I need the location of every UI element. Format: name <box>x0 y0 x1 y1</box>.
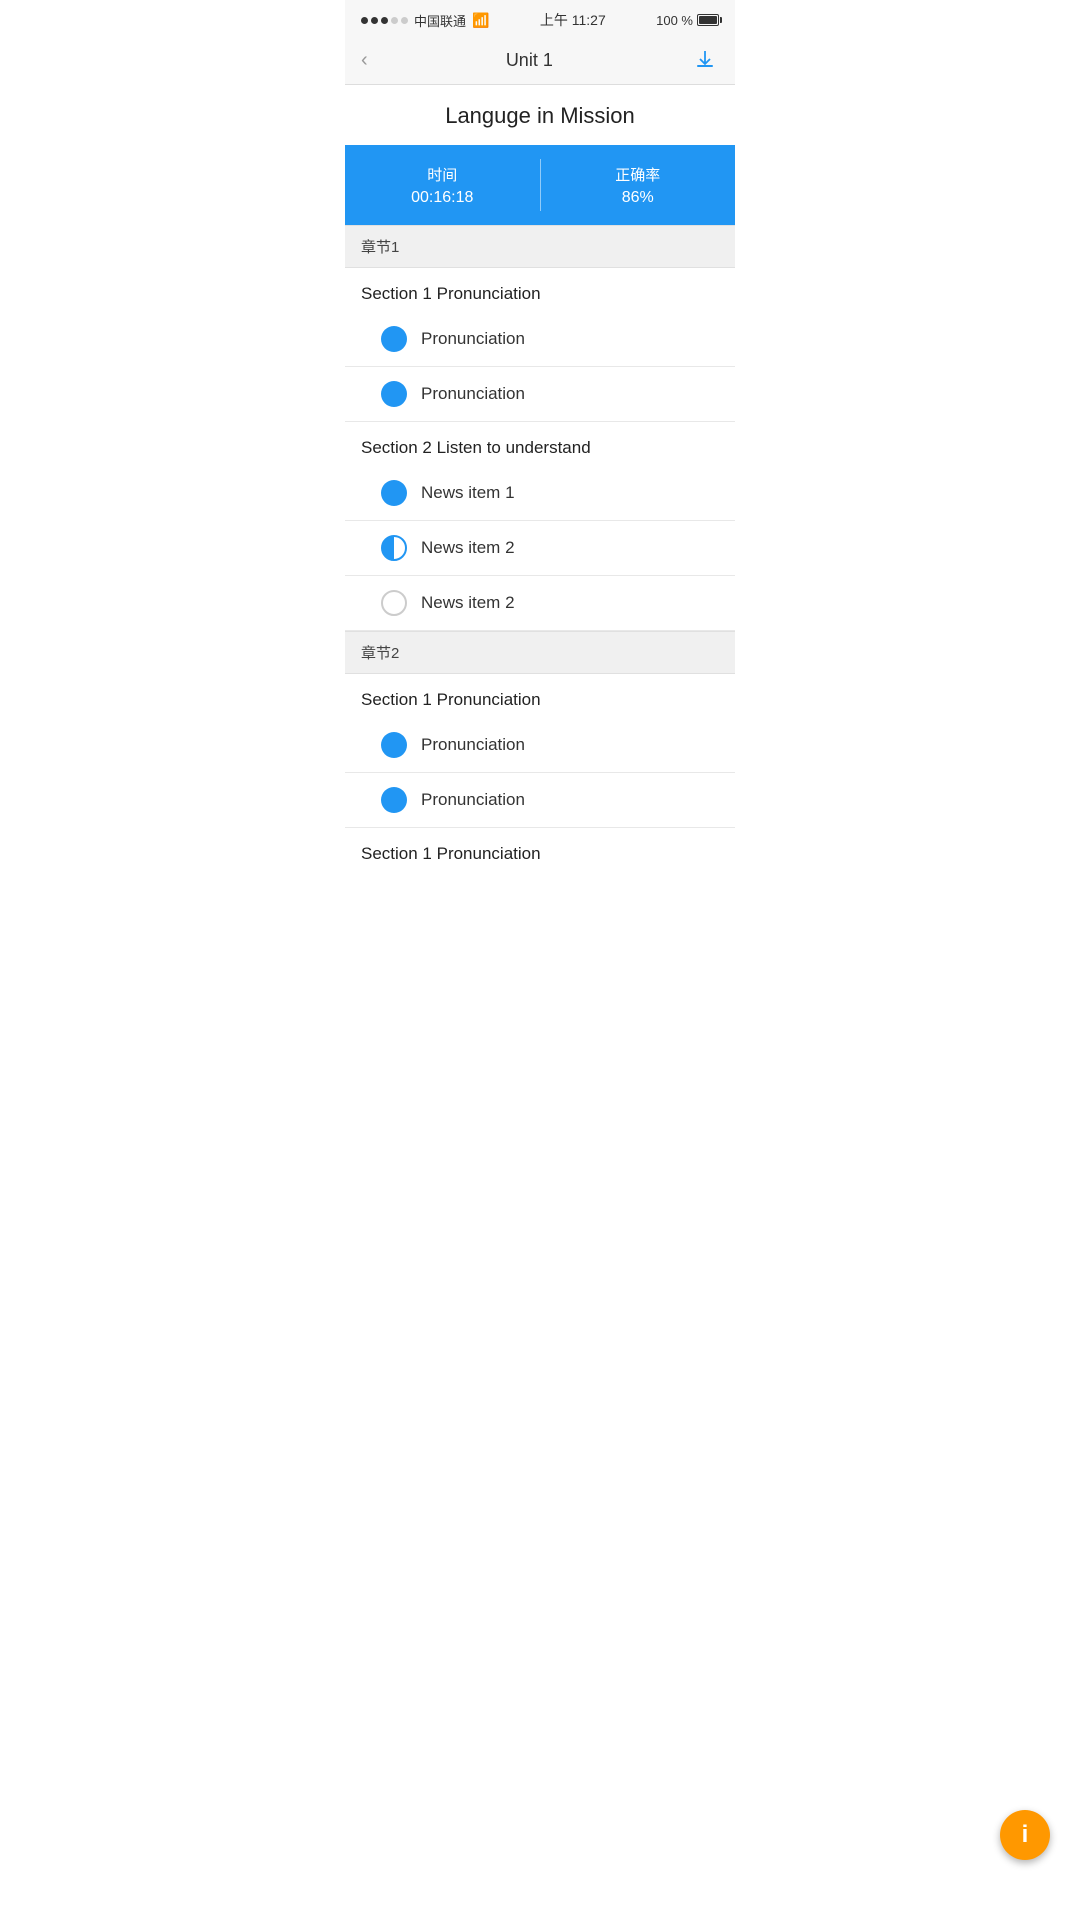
item-text: News item 2 <box>421 538 515 558</box>
info-icon: i <box>1022 1821 1029 1849</box>
list-item[interactable]: News item 2 <box>345 576 735 631</box>
section-label-2-1: Section 1 Pronunciation <box>345 674 735 718</box>
accuracy-stat: 正确率 86% <box>541 145 736 225</box>
time-label: 时间 <box>427 164 457 185</box>
back-button[interactable]: ‹ <box>361 49 368 72</box>
battery-icon <box>697 14 719 26</box>
section-label-2-2: Section 1 Pronunciation <box>345 828 735 872</box>
item-text: Pronunciation <box>421 735 525 755</box>
list-item[interactable]: News item 2 <box>345 521 735 576</box>
nav-title: Unit 1 <box>506 50 553 71</box>
list-item[interactable]: Pronunciation <box>345 367 735 422</box>
list-item[interactable]: Pronunciation <box>345 718 735 773</box>
nav-bar: ‹ Unit 1 <box>345 36 735 85</box>
section-label-1-2: Section 2 Listen to understand <box>345 422 735 466</box>
status-full-icon <box>381 732 407 758</box>
chapter-1-label: 章节1 <box>361 239 399 256</box>
item-text: Pronunciation <box>421 384 525 404</box>
download-icon <box>693 48 717 72</box>
wifi-icon: 📶 <box>472 12 489 29</box>
stats-banner: 时间 00:16:18 正确率 86% <box>345 145 735 225</box>
chapter-2-label: 章节2 <box>361 645 399 662</box>
section-label-1-1: Section 1 Pronunciation <box>345 268 735 312</box>
status-right: 100 % <box>656 13 719 28</box>
time-stat: 时间 00:16:18 <box>345 145 540 225</box>
status-full-icon <box>381 787 407 813</box>
status-full-icon <box>381 326 407 352</box>
page-title: Languge in Mission <box>345 85 735 145</box>
status-bar: 中国联通 📶 上午 11:27 100 % <box>345 0 735 36</box>
list-item[interactable]: Pronunciation <box>345 773 735 828</box>
time-value: 00:16:18 <box>411 189 473 207</box>
status-empty-icon <box>381 590 407 616</box>
item-text: Pronunciation <box>421 790 525 810</box>
chapter-header-1: 章节1 <box>345 225 735 268</box>
item-text: News item 1 <box>421 483 515 503</box>
list-item[interactable]: News item 1 <box>345 466 735 521</box>
info-button[interactable]: i <box>1000 1810 1050 1860</box>
item-text: News item 2 <box>421 593 515 613</box>
content-area: 章节1 Section 1 Pronunciation Pronunciatio… <box>345 225 735 872</box>
status-full-icon <box>381 381 407 407</box>
status-full-icon <box>381 480 407 506</box>
status-time: 上午 11:27 <box>540 10 606 30</box>
status-half-icon <box>381 535 407 561</box>
battery-percent: 100 % <box>656 13 693 28</box>
list-item[interactable]: Pronunciation <box>345 312 735 367</box>
signal-icon <box>361 17 408 24</box>
chapter-header-2: 章节2 <box>345 631 735 674</box>
download-button[interactable] <box>691 46 719 74</box>
accuracy-value: 86% <box>622 189 654 207</box>
carrier-label: 中国联通 <box>414 11 466 30</box>
status-left: 中国联通 📶 <box>361 11 489 30</box>
item-text: Pronunciation <box>421 329 525 349</box>
accuracy-label: 正确率 <box>615 164 660 185</box>
